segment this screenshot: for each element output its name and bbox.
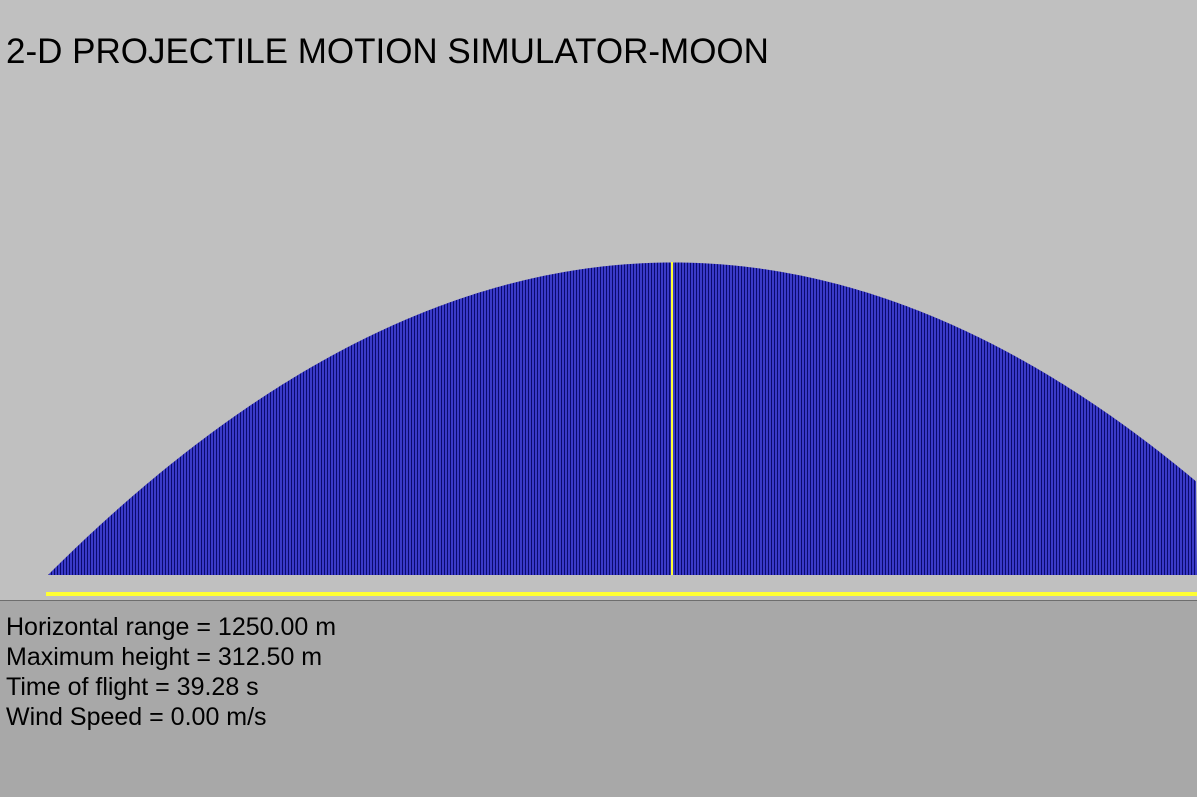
trajectory-fill <box>48 262 1197 575</box>
ground-line <box>46 592 1197 596</box>
simulator-window: 2-D PROJECTILE MOTION SIMULATOR-MOON Hor… <box>0 0 1197 797</box>
time-of-flight-readout: Time of flight = 39.28 s <box>6 673 259 701</box>
trajectory-canvas <box>46 262 1197 596</box>
maximum-height-readout: Maximum height = 312.50 m <box>6 643 323 671</box>
results-panel: Horizontal range = 1250.00 m Maximum hei… <box>0 600 1197 797</box>
page-title: 2-D PROJECTILE MOTION SIMULATOR-MOON <box>6 32 769 71</box>
horizontal-range-readout: Horizontal range = 1250.00 m <box>6 613 337 641</box>
wind-speed-readout: Wind Speed = 0.00 m/s <box>6 703 267 731</box>
